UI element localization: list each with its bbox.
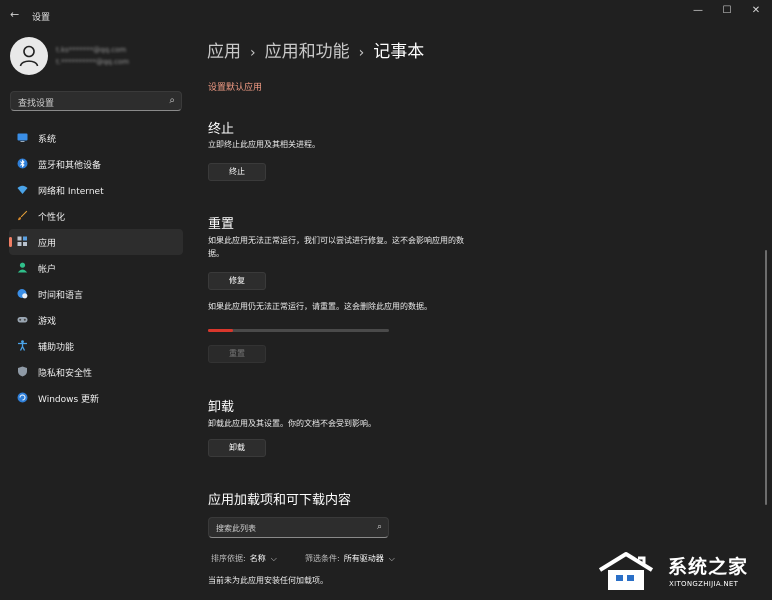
accessibility-icon [17,340,28,351]
account-email: t.ks*******@qq.com [56,46,127,54]
sidebar-item-network[interactable]: 网络和 Internet [9,177,183,203]
filter-dropdown[interactable]: 筛选条件: 所有驱动器 ⌵ [305,553,395,564]
addons-heading: 应用加载项和可下载内容 [208,493,352,508]
maximize-icon[interactable]: ☐ [717,4,737,18]
sidebar-nav: 系统 蓝牙和其他设备 网络和 Internet 个性化 应用 帐户 时间和语言 … [9,125,183,411]
sidebar-item-label: 隐私和安全性 [38,369,93,379]
breadcrumb: 应用 › 应用和功能 › 记事本 [207,37,424,62]
close-icon[interactable]: ✕ [746,4,766,18]
sort-value: 名称 [249,554,266,563]
chevron-down-icon: ⌵ [388,554,395,563]
sidebar-item-accounts[interactable]: 帐户 [9,255,183,281]
search-icon[interactable]: ⌕ [377,522,382,532]
reset-heading: 重置 [208,217,235,232]
sidebar-item-windows-update[interactable]: Windows 更新 [9,385,183,411]
reset-progress-bar [208,329,389,332]
addons-empty-message: 当前未为此应用安装任何加载项。 [208,576,328,585]
monitor-icon [17,132,28,143]
breadcrumb-apps[interactable]: 应用 [207,42,241,62]
avatar[interactable] [10,37,48,75]
repair-button[interactable]: 修复 [208,272,266,290]
repair-description-line2: 据。 [208,249,224,258]
sidebar-item-label: 网络和 Internet [38,187,104,197]
watermark-url: XITONGZHIJIA.NET [669,580,739,588]
scrollbar[interactable] [765,250,767,505]
page-title: 记事本 [373,42,425,62]
bluetooth-icon [17,158,28,169]
search-placeholder: 查找设置 [18,99,55,109]
reset-progress-fill [208,329,234,332]
update-icon [17,392,28,403]
sidebar-item-apps[interactable]: 应用 [9,229,183,255]
sidebar-item-bluetooth[interactable]: 蓝牙和其他设备 [9,151,183,177]
terminate-heading: 终止 [208,122,235,137]
brush-icon [17,210,28,221]
uninstall-button[interactable]: 卸载 [208,439,266,457]
sidebar-item-label: 帐户 [38,265,57,275]
shield-icon [17,366,28,377]
filter-label: 筛选条件: [305,554,340,563]
person-icon [19,45,39,67]
sidebar-item-label: 蓝牙和其他设备 [38,161,102,171]
sidebar-item-gaming[interactable]: 游戏 [9,307,183,333]
terminate-description: 立即终止此应用及其相关进程。 [208,140,320,149]
chevron-right-icon: › [250,45,256,61]
minimize-icon[interactable]: — [688,4,708,18]
app-title: 设置 [32,13,51,23]
house-logo-icon [598,552,654,590]
wifi-icon [17,184,28,195]
sidebar-item-time-language[interactable]: 时间和语言 [9,281,183,307]
sidebar-item-label: 应用 [38,239,57,249]
reset-description: 如果此应用仍无法正常运行，请重置。这会删除此应用的数据。 [208,302,432,311]
terminate-button[interactable]: 终止 [208,163,266,181]
sidebar-item-label: 个性化 [38,213,66,223]
uninstall-heading: 卸载 [208,400,235,415]
globe-clock-icon [17,288,28,299]
sort-dropdown[interactable]: 排序依据: 名称 ⌵ [211,553,277,564]
sidebar-item-system[interactable]: 系统 [9,125,183,151]
person-icon [17,262,28,273]
addons-search-input[interactable]: 搜索此列表 ⌕ [208,517,389,538]
apps-icon [17,236,28,247]
repair-description-line1: 如果此应用无法正常运行，我们可以尝试进行修复。这不会影响应用的数 [208,236,464,245]
repair-description: 如果此应用无法正常运行，我们可以尝试进行修复。这不会影响应用的数 据。 [208,234,508,260]
watermark: 系统之家 XITONGZHIJIA.NET [598,548,770,598]
sidebar-item-label: 辅助功能 [38,343,75,353]
sidebar-item-label: 游戏 [38,317,57,327]
default-apps-link[interactable]: 设置默认应用 [208,80,262,93]
breadcrumb-apps-features[interactable]: 应用和功能 [265,42,350,62]
sidebar-item-label: 时间和语言 [38,291,84,301]
settings-search-input[interactable]: 查找设置 ⌕ [10,91,182,111]
chevron-right-icon: › [358,45,365,61]
reset-button[interactable]: 重置 [208,345,266,363]
account-email-secondary: t.**********@qq.com [56,58,130,66]
sidebar-item-personalization[interactable]: 个性化 [9,203,183,229]
sidebar-item-accessibility[interactable]: 辅助功能 [9,333,183,359]
back-arrow-icon[interactable]: ← [10,9,22,21]
search-icon[interactable]: ⌕ [169,95,175,106]
sidebar-item-label: Windows 更新 [38,395,100,405]
active-indicator [9,237,12,247]
sort-label: 排序依据: [211,554,246,563]
filter-value: 所有驱动器 [343,554,384,563]
title-bar: ← 设置 — ☐ ✕ [0,0,772,30]
watermark-text: 系统之家 [668,556,749,578]
addons-search-placeholder: 搜索此列表 [216,524,256,533]
sidebar-item-privacy[interactable]: 隐私和安全性 [9,359,183,385]
gamepad-icon [17,314,28,325]
chevron-down-icon: ⌵ [270,554,277,563]
sidebar-item-label: 系统 [38,135,57,145]
uninstall-description: 卸载此应用及其设置。你的文档不会受到影响。 [208,419,376,428]
